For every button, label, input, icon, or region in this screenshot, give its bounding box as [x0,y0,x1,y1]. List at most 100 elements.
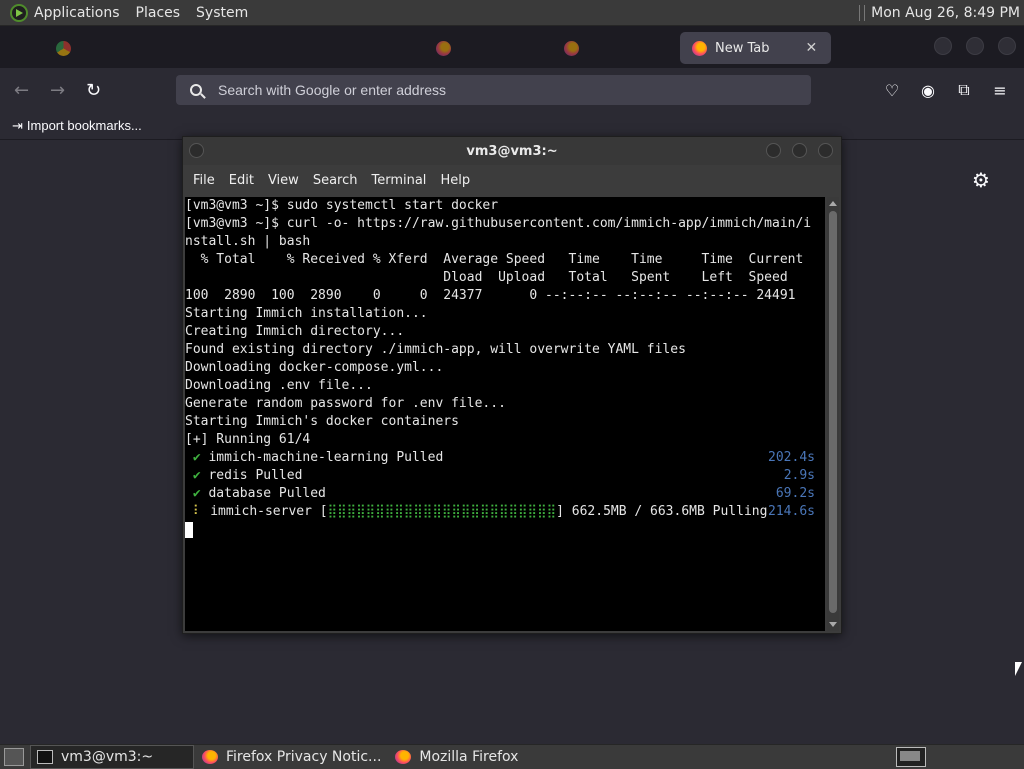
url-input[interactable] [216,81,780,99]
firefox-icon [436,40,451,56]
terminal-line: Starting Immich's docker containers [185,414,459,429]
gear-icon[interactable]: ⚙ [972,168,990,192]
extensions-icon[interactable]: ⧉ [954,80,974,100]
check-icon: ✔ [192,468,201,483]
progress-bar: ⣿⣿⣿⣿⣿⣿⣿⣿⣿⣿⣿⣿⣿⣿⣿⣿⣿⣿⣿⣿⣿⣿⣿⣿ [327,504,557,519]
panel-separator [859,4,866,21]
tab-background-3[interactable] [564,32,587,64]
applications-menu[interactable]: Applications [34,5,120,21]
terminal-output[interactable]: [vm3@vm3 ~]$ sudo systemctl start docker… [185,197,825,631]
firefox-icon [564,40,579,56]
show-desktop-icon[interactable] [4,748,24,766]
prompt-line [185,521,825,539]
scroll-thumb[interactable] [829,211,837,613]
import-bookmarks-button[interactable]: ⇥ Import bookmarks... [12,118,142,134]
taskbar-item-mozilla-firefox[interactable]: Mozilla Firefox [389,746,524,768]
terminal-menubar: File Edit View Search Terminal Help [183,165,841,195]
terminal-title: vm3@vm3:~ [466,143,558,159]
taskbar-item-label: Mozilla Firefox [419,749,519,765]
pull-name: database Pulled [208,486,326,501]
pull-time: 69.2s [775,486,815,501]
terminal-line: Generate random password for .env file..… [185,396,506,411]
terminal-line: [+] Running 61/4 [185,432,311,447]
firefox-icon [692,40,707,56]
tab-label: New Tab [715,40,770,56]
terminal-line: [vm3@vm3 ~]$ curl -o- https://raw.github… [185,216,812,231]
text-cursor [185,521,193,538]
hamburger-menu-icon[interactable]: ≡ [990,80,1010,100]
close-tab-icon[interactable]: ✕ [806,40,818,56]
menu-terminal[interactable]: Terminal [371,173,426,188]
import-bookmarks-label: Import bookmarks... [26,118,142,133]
top-panel: Applications Places System Mon Aug 26, 8… [0,0,1024,26]
terminal-line: Dload Upload Total Spent Left Speed [185,270,788,285]
taskbar-item-terminal[interactable]: vm3@vm3:~ [30,745,194,769]
pull-time: 202.4s [768,450,815,465]
tab-background-1[interactable] [56,32,79,64]
close-window-button[interactable] [998,37,1016,55]
pull-name: immich-machine-learning Pulled [208,450,444,465]
tab-background-2[interactable] [436,32,459,64]
check-icon: ✔ [192,486,201,501]
pull-status-row: ✔ redis Pulled 2.9s [185,467,825,485]
menu-file[interactable]: File [193,173,215,188]
taskbar-item-label: vm3@vm3:~ [61,749,154,765]
terminal-close-button[interactable] [818,143,833,158]
terminal-line: % Total % Received % Xferd Average Speed… [185,252,804,267]
firefox-icon [202,750,218,764]
pull-progress-row: ⠇ immich-server [⣿⣿⣿⣿⣿⣿⣿⣿⣿⣿⣿⣿⣿⣿⣿⣿⣿⣿⣿⣿⣿⣿⣿… [185,503,825,521]
url-bar[interactable] [176,75,811,105]
terminal-icon [37,750,53,764]
import-icon: ⇥ [12,117,23,133]
terminal-line: Downloading .env file... [185,378,373,393]
spinner-icon: ⠇ [192,504,203,519]
terminal-maximize-button[interactable] [792,143,807,158]
terminal-scrollbar[interactable] [827,197,839,631]
menu-help[interactable]: Help [440,173,470,188]
chrome-icon [56,40,71,56]
back-arrow-icon[interactable]: ← [14,80,29,101]
workspace-switcher[interactable] [896,747,926,767]
terminal-line: 100 2890 100 2890 0 0 24377 0 --:--:-- -… [185,288,796,303]
window-menu-button[interactable] [189,143,204,158]
scroll-down-icon[interactable] [829,622,837,627]
terminal-line: Starting Immich installation... [185,306,428,321]
pull-name: immich-server [ [210,504,328,519]
pull-status-row: ✔ immich-machine-learning Pulled 202.4s [185,449,825,467]
terminal-minimize-button[interactable] [766,143,781,158]
menu-search[interactable]: Search [313,173,358,188]
mouse-pointer-icon [1015,662,1022,676]
tab-new-tab[interactable]: New Tab ✕ [680,32,832,64]
pull-name: redis Pulled [208,468,303,483]
pull-status-row: ✔ database Pulled 69.2s [185,485,825,503]
menu-view[interactable]: View [268,173,299,188]
minimize-window-button[interactable] [934,37,952,55]
reload-icon[interactable]: ↻ [86,80,101,101]
places-menu[interactable]: Places [136,5,181,21]
distro-logo-icon[interactable] [10,3,28,22]
terminal-line: [vm3@vm3 ~]$ sudo systemctl start docker [185,198,499,213]
firefox-tab-strip: New Tab ✕ [0,26,1024,68]
terminal-titlebar[interactable]: vm3@vm3:~ [183,137,841,165]
check-icon: ✔ [192,450,201,465]
bottom-taskbar: vm3@vm3:~ Firefox Privacy Notic... Mozil… [0,744,1024,769]
maximize-window-button[interactable] [966,37,984,55]
firefox-icon [395,750,412,764]
terminal-line: nstall.sh | bash [185,234,311,249]
progress-suffix: ] 662.5MB / 663.6MB Pulling [556,504,768,519]
scroll-up-icon[interactable] [829,201,837,206]
account-icon[interactable]: ◉ [918,80,938,100]
menu-edit[interactable]: Edit [229,173,254,188]
pull-time: 2.9s [783,468,815,483]
terminal-line: Creating Immich directory... [185,324,405,339]
forward-arrow-icon[interactable]: → [50,80,65,101]
taskbar-item-firefox-privacy[interactable]: Firefox Privacy Notic... [196,746,387,768]
search-icon [190,84,202,96]
pocket-icon[interactable]: ♡ [882,80,902,100]
system-menu[interactable]: System [196,5,248,21]
clock[interactable]: Mon Aug 26, 8:49 PM [871,5,1020,21]
pull-time: 214.6s [768,504,815,519]
taskbar-item-label: Firefox Privacy Notic... [226,749,382,765]
terminal-line: Found existing directory ./immich-app, w… [185,342,686,357]
firefox-navbar: ← → ↻ ♡ ◉ ⧉ ≡ [0,68,1024,112]
